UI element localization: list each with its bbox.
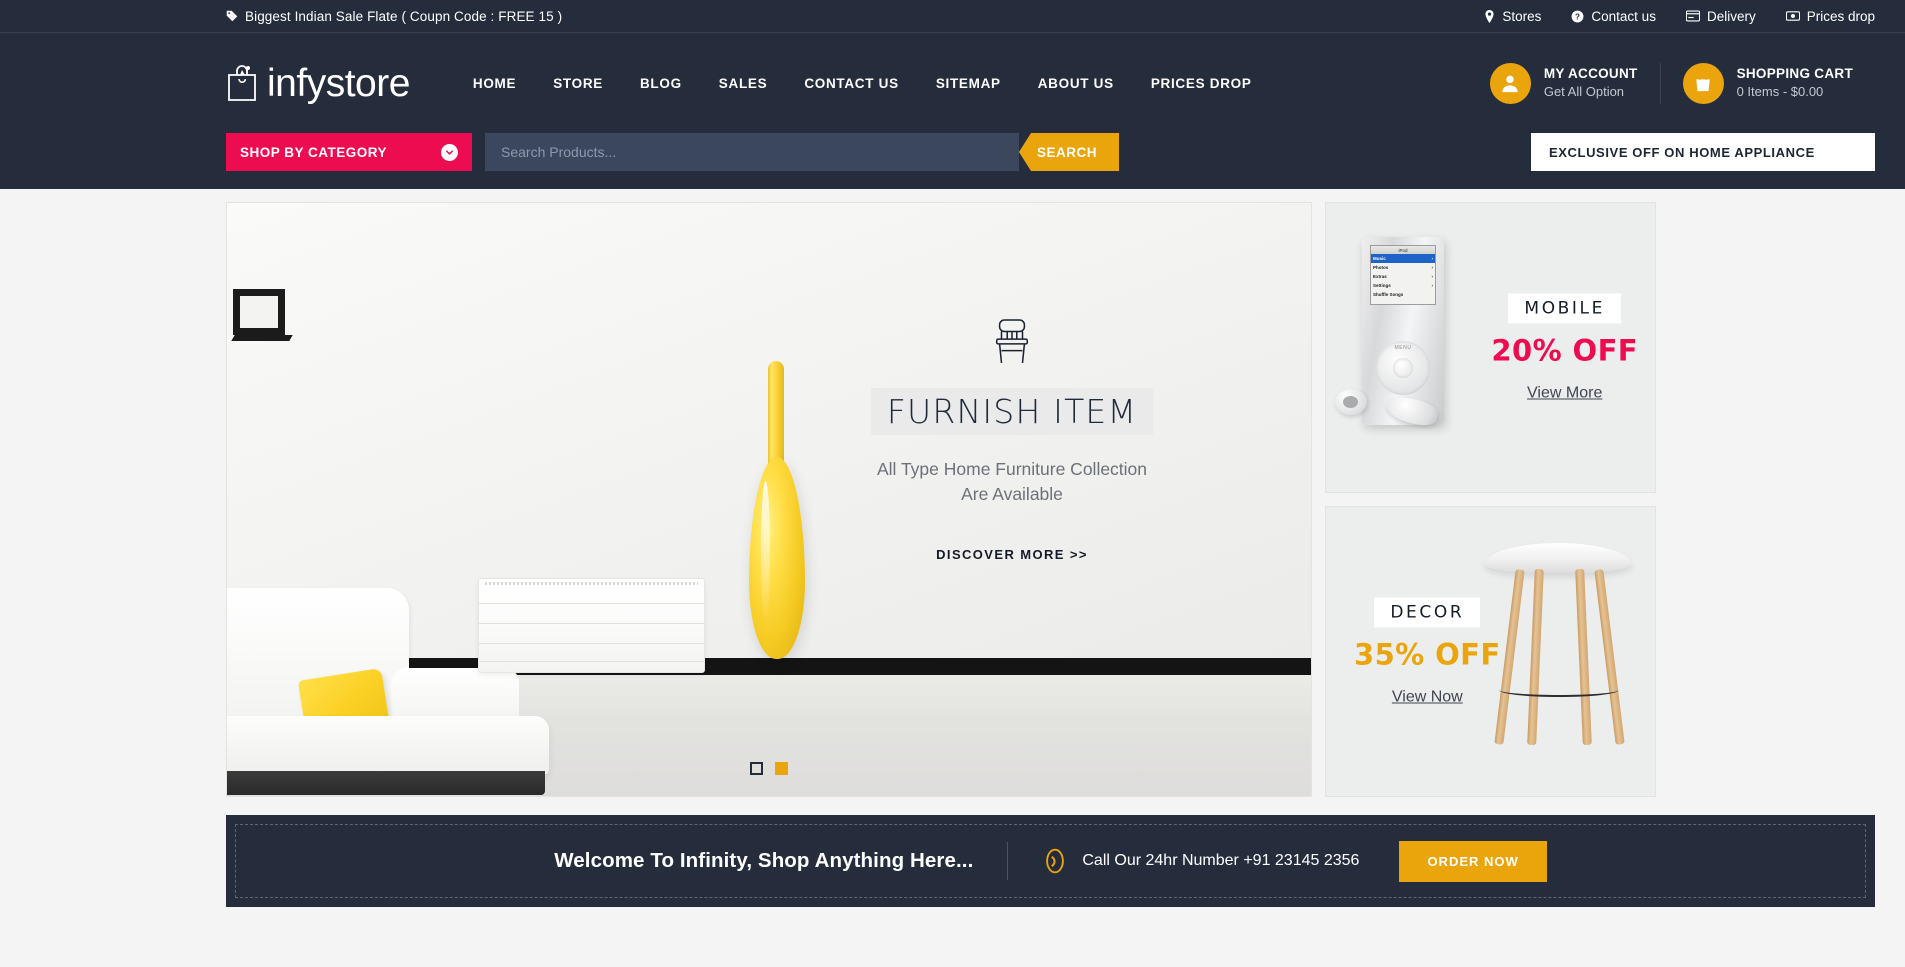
shop-by-category-button[interactable]: SHOP BY CATEGORY [226,133,472,171]
promo-text: Biggest Indian Sale Flate ( Coupn Code :… [245,8,563,24]
promo-mobile-tag: MOBILE [1508,293,1621,323]
call-us-block: Call Our 24hr Number +91 23145 2356 [1042,848,1359,874]
search-widget: SEARCH [485,133,1120,171]
brand-logo[interactable]: infystore [226,64,410,103]
slide-subtitle-line1: All Type Home Furniture Collection [876,459,1148,479]
phone-number-text: Call Our 24hr Number +91 23145 2356 [1082,852,1360,869]
slider-dot-1[interactable] [750,762,763,775]
slide-caption: FURNISH ITEM All Type Home Furniture Col… [847,318,1177,564]
my-account-title: MY ACCOUNT [1543,65,1638,81]
bag-icon [1682,62,1724,104]
header-actions: MY ACCOUNT Get All Option SHOPPING CART … [1468,62,1875,104]
chevron-down-icon [441,143,458,161]
slider-dot-2[interactable] [775,762,788,775]
promo-decor-link[interactable]: View Now [1392,688,1463,706]
topbar-link-label: Contact us [1591,8,1656,24]
my-account-button[interactable]: MY ACCOUNT Get All Option [1468,62,1660,104]
search-button[interactable]: SEARCH [1019,133,1120,171]
topbar-link-label: Delivery [1706,8,1756,24]
nav-item-sitemap[interactable]: SITEMAP [936,76,1001,91]
topbar-link-contact-us[interactable]: ? Contact us [1571,9,1656,24]
svg-text:?: ? [1575,12,1580,21]
shopping-cart-button[interactable]: SHOPPING CART 0 Items - $0.00 [1659,62,1875,104]
slide-title: FURNISH ITEM [870,388,1154,435]
exclusive-offer-banner[interactable]: EXCLUSIVE OFF ON HOME APPLIANCE [1531,133,1875,171]
chair-icon [847,318,1177,366]
order-now-button[interactable]: ORDER NOW [1399,840,1547,882]
question-circle-icon: ? [1571,10,1584,23]
topbar-link-label: Prices drop [1806,8,1875,24]
promo-cards: iPod Music › Photos › Extras › Settings › Sh… [1325,202,1656,797]
main-content: FURNISH ITEM All Type Home Furniture Col… [0,189,1905,797]
nav-item-about-us[interactable]: ABOUT US [1038,76,1114,91]
page-root: Biggest Indian Sale Flate ( Coupn Code :… [0,0,1905,967]
top-bar: Biggest Indian Sale Flate ( Coupn Code :… [0,0,1905,32]
nav-item-home[interactable]: HOME [473,76,516,91]
cta-inner: Welcome To Infinity, Shop Anything Here.… [235,824,1866,898]
map-pin-icon [1484,9,1495,23]
bar-stool-product-image [1483,543,1633,759]
nav-item-blog[interactable]: BLOG [640,76,682,91]
shopping-bag-icon [226,64,258,102]
radiator [478,578,705,673]
user-icon [1489,62,1531,104]
topbar-link-label: Stores [1502,8,1542,24]
shopping-cart-text: SHOPPING CART 0 Items - $0.00 [1737,66,1853,100]
phone-icon [1042,848,1068,874]
price-tag-icon [1785,10,1800,22]
main-navigation: HOME STORE BLOG SALES CONTACT US SITEMAP… [473,76,1252,91]
topbar-link-stores[interactable]: Stores [1484,9,1541,24]
welcome-cta-strip: Welcome To Infinity, Shop Anything Here.… [226,815,1875,907]
promo-decor-discount: 35% OFF [1354,637,1501,671]
cart-subtitle: 0 Items - $0.00 [1736,83,1824,99]
card-icon [1685,10,1700,22]
promo-card-mobile[interactable]: iPod Music › Photos › Extras › Settings › Sh… [1325,202,1656,493]
shop-by-category-label: SHOP BY CATEGORY [240,144,388,160]
site-header: infystore HOME STORE BLOG SALES CONTACT … [0,32,1905,133]
exclusive-offer-text: EXCLUSIVE OFF ON HOME APPLIANCE [1549,144,1815,160]
cta-divider [1007,842,1009,880]
my-account-subtitle: Get All Option [1543,83,1625,99]
promo-mobile-discount: 20% OFF [1491,333,1638,367]
wall-shelf [233,289,285,335]
promo-mobile-link[interactable]: View More [1527,384,1602,402]
nav-item-store[interactable]: STORE [553,76,603,91]
promo-card-decor[interactable]: DECOR 35% OFF View Now [1325,506,1656,797]
nav-item-contact-us[interactable]: CONTACT US [804,76,899,91]
discover-more-link[interactable]: DISCOVER MORE >> [936,547,1088,562]
promo-mobile-text: MOBILE 20% OFF View More [1491,293,1638,402]
cart-title: SHOPPING CART [1736,65,1853,81]
nav-item-prices-drop[interactable]: PRICES DROP [1151,76,1252,91]
hero-grid: FURNISH ITEM All Type Home Furniture Col… [226,202,1875,797]
welcome-message: Welcome To Infinity, Shop Anything Here.… [554,849,974,872]
promo-decor-tag: DECOR [1374,597,1481,627]
promo-decor-text: DECOR 35% OFF View Now [1354,597,1501,706]
brand-name: infystore [267,61,410,105]
top-bar-links: Stores ? Contact us Delivery Prices drop [1484,9,1875,24]
search-input[interactable] [485,133,1019,171]
topbar-link-prices-drop[interactable]: Prices drop [1785,8,1875,24]
topbar-link-delivery[interactable]: Delivery [1685,8,1756,24]
tag-icon [226,10,238,22]
hero-slider[interactable]: FURNISH ITEM All Type Home Furniture Col… [226,202,1312,797]
earbud-left [1335,389,1367,415]
slide-subtitle: All Type Home Furniture Collection Are A… [847,457,1177,507]
promo-announcement: Biggest Indian Sale Flate ( Coupn Code :… [226,9,562,24]
slide-subtitle-line2: Are Available [961,483,1063,504]
search-row: SHOP BY CATEGORY SEARCH EXCLUSIVE OFF ON… [0,133,1905,189]
nav-item-sales[interactable]: SALES [719,76,768,91]
my-account-text: MY ACCOUNT Get All Option [1544,66,1638,100]
slider-dots [227,762,1311,775]
yellow-vase [749,361,805,659]
